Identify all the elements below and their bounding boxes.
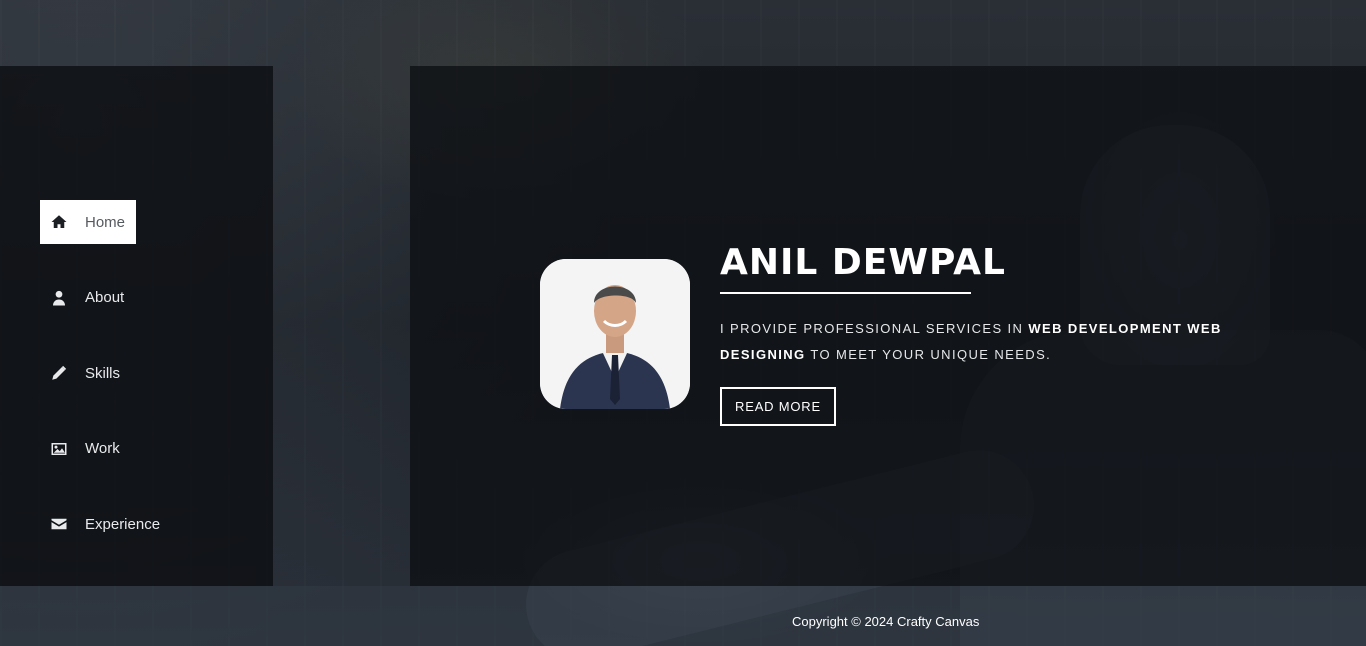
tagline-suffix: to meet your unique needs. (805, 347, 1052, 362)
nav-item-label: Home (85, 213, 126, 231)
nav-item-about[interactable]: About (40, 276, 240, 320)
hero-tagline: I provide professional services in WEB D… (720, 316, 1240, 368)
envelope-icon (50, 515, 68, 533)
image-icon (50, 440, 68, 458)
nav-item-home[interactable]: Home (40, 200, 136, 244)
profile-portrait-illustration (540, 259, 690, 409)
user-icon (50, 289, 68, 307)
nav-item-skills[interactable]: Skills (40, 351, 240, 395)
nav-item-label: Skills (85, 364, 121, 382)
pencil-icon (50, 364, 68, 382)
sidebar: Home About Skills Work Experience (0, 66, 273, 586)
nav-item-experience[interactable]: Experience (40, 502, 240, 546)
profile-photo (540, 259, 690, 409)
main-nav: Home About Skills Work Experience (40, 200, 240, 578)
page-background: Home About Skills Work Experience ANIL D… (0, 0, 1366, 646)
tagline-prefix: I provide professional services in (720, 321, 1029, 336)
home-icon (50, 213, 68, 231)
footer: Copyright © 2024 Crafty Canvas (0, 586, 1366, 646)
hero-name-underline (720, 292, 971, 294)
copyright-text: Copyright © 2024 Crafty Canvas (792, 614, 980, 629)
hero-name: ANIL DEWPAL (720, 242, 1006, 283)
nav-item-work[interactable]: Work (40, 427, 240, 471)
nav-item-label: Work (85, 440, 120, 457)
read-more-button[interactable]: READ MORE (720, 387, 836, 426)
nav-item-label: Experience (85, 515, 161, 533)
nav-item-label: About (85, 289, 125, 306)
